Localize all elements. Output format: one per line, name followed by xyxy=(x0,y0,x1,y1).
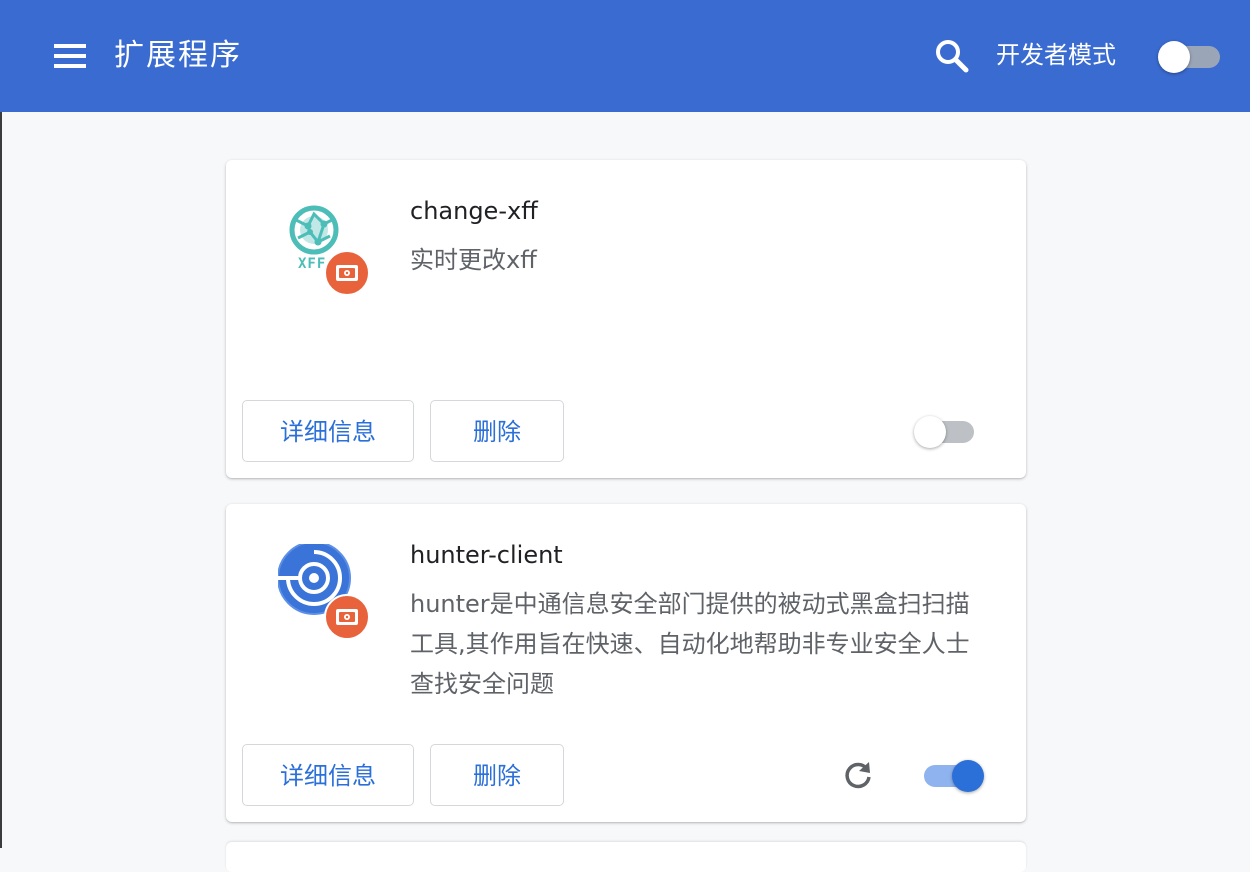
remove-button[interactable]: 删除 xyxy=(430,400,564,462)
menu-icon[interactable] xyxy=(52,40,88,72)
details-button[interactable]: 详细信息 xyxy=(242,400,414,462)
details-button[interactable]: 详细信息 xyxy=(242,744,414,806)
toggle-thumb xyxy=(914,416,946,448)
developer-mode-toggle[interactable] xyxy=(1156,40,1222,74)
page-title: 扩展程序 xyxy=(114,38,242,73)
extension-card-change-xff: xff change-xff 实时更改xff 详细信息 删除 xyxy=(226,160,1026,478)
unpacked-drive-icon xyxy=(336,265,358,281)
search-icon[interactable] xyxy=(932,36,972,76)
remove-button[interactable]: 删除 xyxy=(430,744,564,806)
reload-icon[interactable] xyxy=(840,758,876,794)
extension-enable-toggle[interactable] xyxy=(914,415,984,449)
window-left-border xyxy=(0,112,2,848)
extension-name: change-xff xyxy=(410,197,538,225)
extension-description: hunter是中通信息安全部门提供的被动式黑盒扫扫描工具,其作用旨在快速、自动化… xyxy=(410,590,970,698)
extension-enable-toggle[interactable] xyxy=(916,759,986,793)
extension-card-hunter-client: hunter-client hunter是中通信息安全部门提供的被动式黑盒扫扫描… xyxy=(226,504,1026,822)
extension-description: 实时更改xff xyxy=(410,246,537,274)
unpacked-extension-badge xyxy=(324,250,370,296)
toggle-thumb xyxy=(952,760,984,792)
extension-name: hunter-client xyxy=(410,541,563,569)
developer-mode-label: 开发者模式 xyxy=(996,41,1116,69)
extension-card-partial xyxy=(226,842,1026,872)
unpacked-extension-badge xyxy=(324,594,370,640)
unpacked-drive-icon xyxy=(336,609,358,625)
developer-mode-toggle-thumb xyxy=(1158,41,1190,73)
app-header: 扩展程序 开发者模式 xyxy=(0,0,1250,112)
